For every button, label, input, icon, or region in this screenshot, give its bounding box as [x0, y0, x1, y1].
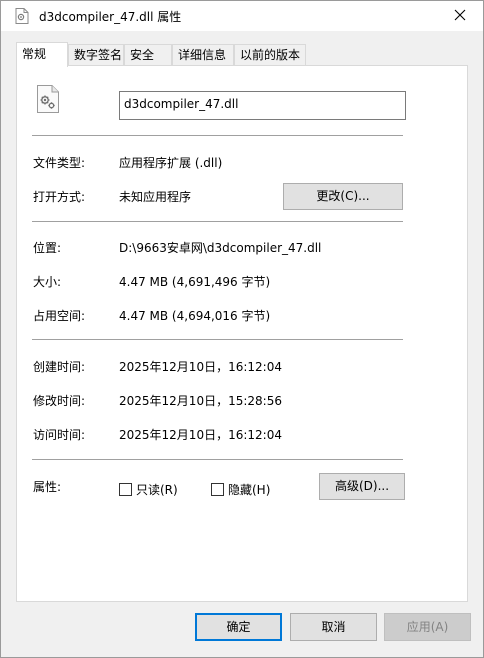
readonly-checkbox[interactable]: 只读(R): [119, 481, 178, 498]
size-on-disk-value: 4.47 MB (4,694,016 字节): [119, 309, 271, 323]
tab-digital-signatures[interactable]: 数字签名: [68, 44, 124, 66]
tab-strip: 常规 数字签名 安全 详细信息 以前的版本: [16, 42, 471, 67]
title-bar: d3dcompiler_47.dll 属性: [1, 1, 483, 31]
ok-button[interactable]: 确定: [195, 613, 282, 641]
size-value: 4.47 MB (4,691,496 字节): [119, 275, 271, 289]
readonly-checkbox-label: 只读(R): [136, 483, 178, 497]
general-panel: 文件类型: 应用程序扩展 (.dll) 打开方式: 未知应用程序 更改(C)..…: [16, 65, 468, 602]
hidden-checkbox-box[interactable]: [211, 483, 224, 496]
modified-value: 2025年12月10日，15:28:56: [119, 394, 282, 408]
file-type-label: 文件类型:: [33, 156, 86, 170]
change-button[interactable]: 更改(C)...: [283, 183, 403, 210]
tab-general[interactable]: 常规: [16, 42, 68, 67]
separator: [32, 135, 403, 136]
tab-security[interactable]: 安全: [124, 44, 172, 66]
location-value: D:\9663安卓网\d3dcompiler_47.dll: [119, 241, 322, 255]
separator: [32, 221, 403, 222]
properties-dialog: d3dcompiler_47.dll 属性 常规 数字签名 安全 详细信息 以前…: [0, 0, 484, 658]
size-label: 大小:: [33, 275, 62, 289]
accessed-label: 访问时间:: [33, 428, 86, 442]
tab-previous-versions[interactable]: 以前的版本: [234, 44, 306, 66]
opens-with-label: 打开方式:: [33, 190, 86, 204]
readonly-checkbox-box[interactable]: [119, 483, 132, 496]
hidden-checkbox[interactable]: 隐藏(H): [211, 481, 270, 498]
separator: [32, 459, 403, 460]
separator: [32, 339, 403, 340]
file-type-value: 应用程序扩展 (.dll): [119, 156, 223, 170]
dll-file-icon: [15, 8, 29, 24]
created-value: 2025年12月10日，16:12:04: [119, 360, 282, 374]
close-button[interactable]: [437, 1, 483, 31]
attributes-label: 属性:: [33, 480, 62, 494]
modified-label: 修改时间:: [33, 394, 86, 408]
window-title: d3dcompiler_47.dll 属性: [39, 10, 182, 24]
cancel-button[interactable]: 取消: [290, 613, 377, 641]
location-label: 位置:: [33, 241, 62, 255]
dll-gear-file-icon: [36, 85, 60, 113]
opens-with-value: 未知应用程序: [119, 190, 192, 204]
hidden-checkbox-label: 隐藏(H): [228, 483, 271, 497]
accessed-value: 2025年12月10日，16:12:04: [119, 428, 282, 442]
close-icon: [454, 9, 466, 24]
file-name-input[interactable]: [119, 91, 406, 120]
advanced-button[interactable]: 高级(D)...: [319, 473, 405, 500]
tab-details[interactable]: 详细信息: [172, 44, 234, 66]
created-label: 创建时间:: [33, 360, 86, 374]
size-on-disk-label: 占用空间:: [33, 309, 86, 323]
apply-button[interactable]: 应用(A): [384, 613, 471, 641]
